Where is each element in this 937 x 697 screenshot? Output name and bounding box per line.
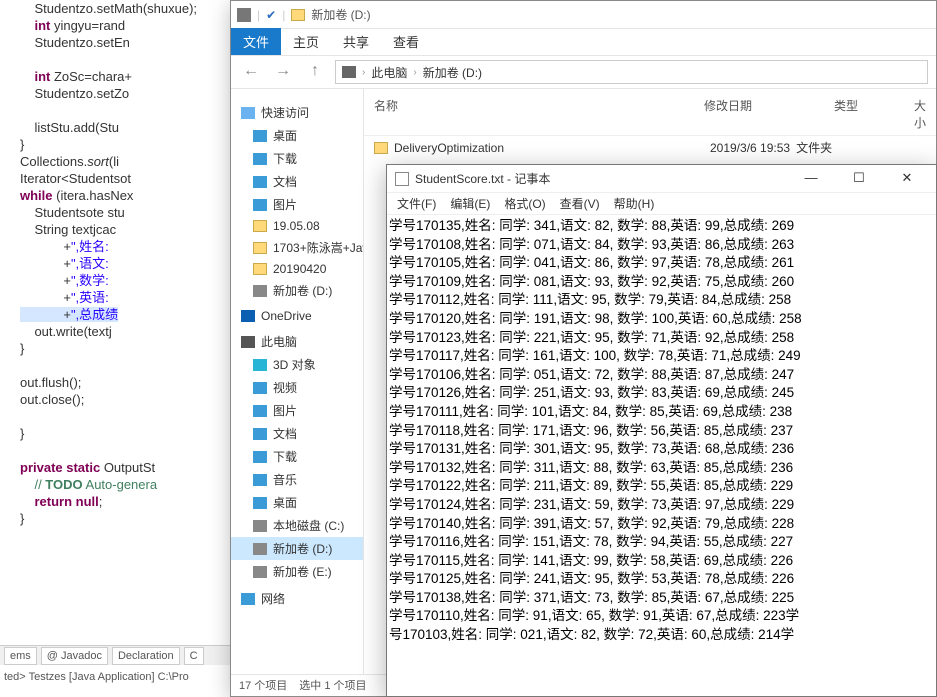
text-line: 学号170111,姓名: 同学: 101,语文: 84, 数学: 85,英语: … [389,403,934,422]
save-icon[interactable]: ✔ [266,8,276,22]
tab-console[interactable]: C [184,647,204,665]
text-line: 学号170115,姓名: 同学: 141,语文: 99, 数学: 58,英语: … [389,552,934,571]
minimize-button[interactable]: — [790,166,832,192]
col-size[interactable]: 大小 [914,97,926,131]
nav-d2[interactable]: 新加卷 (D:) [231,537,363,560]
menu-file[interactable]: 文件(F) [391,193,442,214]
text-line: 学号170120,姓名: 同学: 191,语文: 98, 数学: 100,英语:… [389,310,934,329]
nav-downloads2[interactable]: 下载 [231,445,363,468]
document-icon [395,172,409,186]
folder-icon [291,9,305,21]
explorer-nav: 快速访问 桌面 下载 文档 图片 19.05.08 1703+陈泳嵩+Java … [231,89,364,696]
nav-folder3[interactable]: 20190420 [231,259,363,279]
file-date: 2019/3/6 19:53 [710,141,790,155]
notepad-window: StudentScore.txt - 记事本 — ☐ ✕ 文件(F) 编辑(E)… [386,164,937,697]
text-line: 学号170116,姓名: 同学: 151,语文: 78, 数学: 94,英语: … [389,533,934,552]
text-line: 学号170110,姓名: 同学: 91,语文: 65, 数学: 91,英语: 6… [389,607,934,626]
address-crumb[interactable]: › 此电脑 › 新加卷 (D:) [335,60,928,84]
nav-drive-d[interactable]: 新加卷 (D:) [231,279,363,302]
text-line: 学号170126,姓名: 同学: 251,语文: 93, 数学: 83,英语: … [389,384,934,403]
pc-icon [342,66,356,78]
text-line: 学号170122,姓名: 同学: 211,语文: 89, 数学: 55,英语: … [389,477,934,496]
nav-music[interactable]: 音乐 [231,468,363,491]
nav-documents2[interactable]: 文档 [231,422,363,445]
menu-help[interactable]: 帮助(H) [608,193,661,214]
close-button[interactable]: ✕ [886,166,928,192]
tab-declaration[interactable]: Declaration [112,647,180,665]
text-line: 学号170138,姓名: 同学: 371,语文: 73, 数学: 85,英语: … [389,589,934,608]
nav-thispc[interactable]: 此电脑 [231,330,363,353]
maximize-button[interactable]: ☐ [838,166,880,192]
nav-folder1[interactable]: 19.05.08 [231,216,363,236]
explorer-address-bar: ← → ↑ › 此电脑 › 新加卷 (D:) [231,55,936,89]
text-line: 学号170118,姓名: 同学: 171,语文: 96, 数学: 56,英语: … [389,422,934,441]
text-line: 学号170131,姓名: 同学: 301,语文: 95, 数学: 73,英语: … [389,440,934,459]
drive-icon [237,8,251,22]
menu-view[interactable]: 查看(V) [554,193,606,214]
ribbon-home[interactable]: 主页 [281,28,331,55]
nav-3d[interactable]: 3D 对象 [231,353,363,376]
text-line: 学号170112,姓名: 同学: 111,语文: 95, 数学: 79,英语: … [389,291,934,310]
text-line: 学号170123,姓名: 同学: 221,语文: 95, 数学: 71,英语: … [389,329,934,348]
text-line: 学号170109,姓名: 同学: 081,语文: 93, 数学: 92,英语: … [389,273,934,292]
notepad-title-text: StudentScore.txt - 记事本 [415,170,550,187]
menu-edit[interactable]: 编辑(E) [444,193,496,214]
text-line: 学号170105,姓名: 同学: 041,语文: 86, 数学: 97,英语: … [389,254,934,273]
col-date[interactable]: 修改日期 [704,97,834,131]
console-run-info: ted> Testzes [Java Application] C:\Pro [0,671,189,683]
text-line: 号170103,姓名: 同学: 021,语文: 82, 数学: 72,英语: 6… [389,626,934,645]
nav-pictures[interactable]: 图片 [231,193,363,216]
status-count: 17 个项目 [239,677,287,694]
ribbon-share[interactable]: 共享 [331,28,381,55]
status-selected: 选中 1 个项目 [299,677,366,694]
text-line: 学号170135,姓名: 同学: 341,语文: 82, 数学: 88,英语: … [389,217,934,236]
nav-desktop2[interactable]: 桌面 [231,491,363,514]
explorer-title-text: 新加卷 (D:) [311,6,370,23]
tab-problems[interactable]: ems [4,647,37,665]
crumb-drive[interactable]: 新加卷 (D:) [423,64,482,81]
menu-format[interactable]: 格式(O) [498,193,551,214]
explorer-titlebar[interactable]: | ✔ | 新加卷 (D:) [231,1,936,29]
text-line: 学号170108,姓名: 同学: 071,语文: 84, 数学: 93,英语: … [389,236,934,255]
notepad-menu: 文件(F) 编辑(E) 格式(O) 查看(V) 帮助(H) [387,193,936,215]
file-type: 文件夹 [796,139,832,156]
nav-onedrive[interactable]: OneDrive [231,306,363,326]
nav-e[interactable]: 新加卷 (E:) [231,560,363,583]
nav-c[interactable]: 本地磁盘 (C:) [231,514,363,537]
nav-folder2[interactable]: 1703+陈泳嵩+Java [231,236,363,259]
crumb-pc[interactable]: 此电脑 [371,64,407,81]
ribbon-file[interactable]: 文件 [231,28,281,55]
ribbon-view[interactable]: 查看 [381,28,431,55]
nav-network[interactable]: 网络 [231,587,363,610]
notepad-titlebar[interactable]: StudentScore.txt - 记事本 — ☐ ✕ [387,165,936,193]
col-name[interactable]: 名称 [374,97,704,131]
nav-quick[interactable]: 快速访问 [231,101,363,124]
tab-javadoc[interactable]: @ Javadoc [41,647,108,665]
nav-forward[interactable]: → [271,60,295,84]
file-row[interactable]: DeliveryOptimization 2019/3/6 19:53 文件夹 [364,136,936,159]
text-line: 学号170140,姓名: 同学: 391,语文: 57, 数学: 92,英语: … [389,515,934,534]
text-line: 学号170106,姓名: 同学: 051,语文: 72, 数学: 88,英语: … [389,366,934,385]
file-name: DeliveryOptimization [394,141,704,155]
explorer-ribbon: 文件 主页 共享 查看 [231,29,936,55]
text-line: 学号170132,姓名: 同学: 311,语文: 88, 数学: 63,英语: … [389,459,934,478]
nav-downloads[interactable]: 下载 [231,147,363,170]
nav-video[interactable]: 视频 [231,376,363,399]
notepad-content[interactable]: 学号170135,姓名: 同学: 341,语文: 82, 数学: 88,英语: … [387,215,936,696]
text-line: 学号170124,姓名: 同学: 231,语文: 59, 数学: 73,英语: … [389,496,934,515]
nav-pictures2[interactable]: 图片 [231,399,363,422]
folder-icon [374,142,388,154]
text-line: 学号170117,姓名: 同学: 161,语文: 100, 数学: 78,英语:… [389,347,934,366]
nav-up[interactable]: ↑ [303,60,327,84]
col-type[interactable]: 类型 [834,97,914,131]
nav-documents[interactable]: 文档 [231,170,363,193]
nav-desktop[interactable]: 桌面 [231,124,363,147]
nav-back[interactable]: ← [239,60,263,84]
text-line: 学号170125,姓名: 同学: 241,语文: 95, 数学: 53,英语: … [389,570,934,589]
